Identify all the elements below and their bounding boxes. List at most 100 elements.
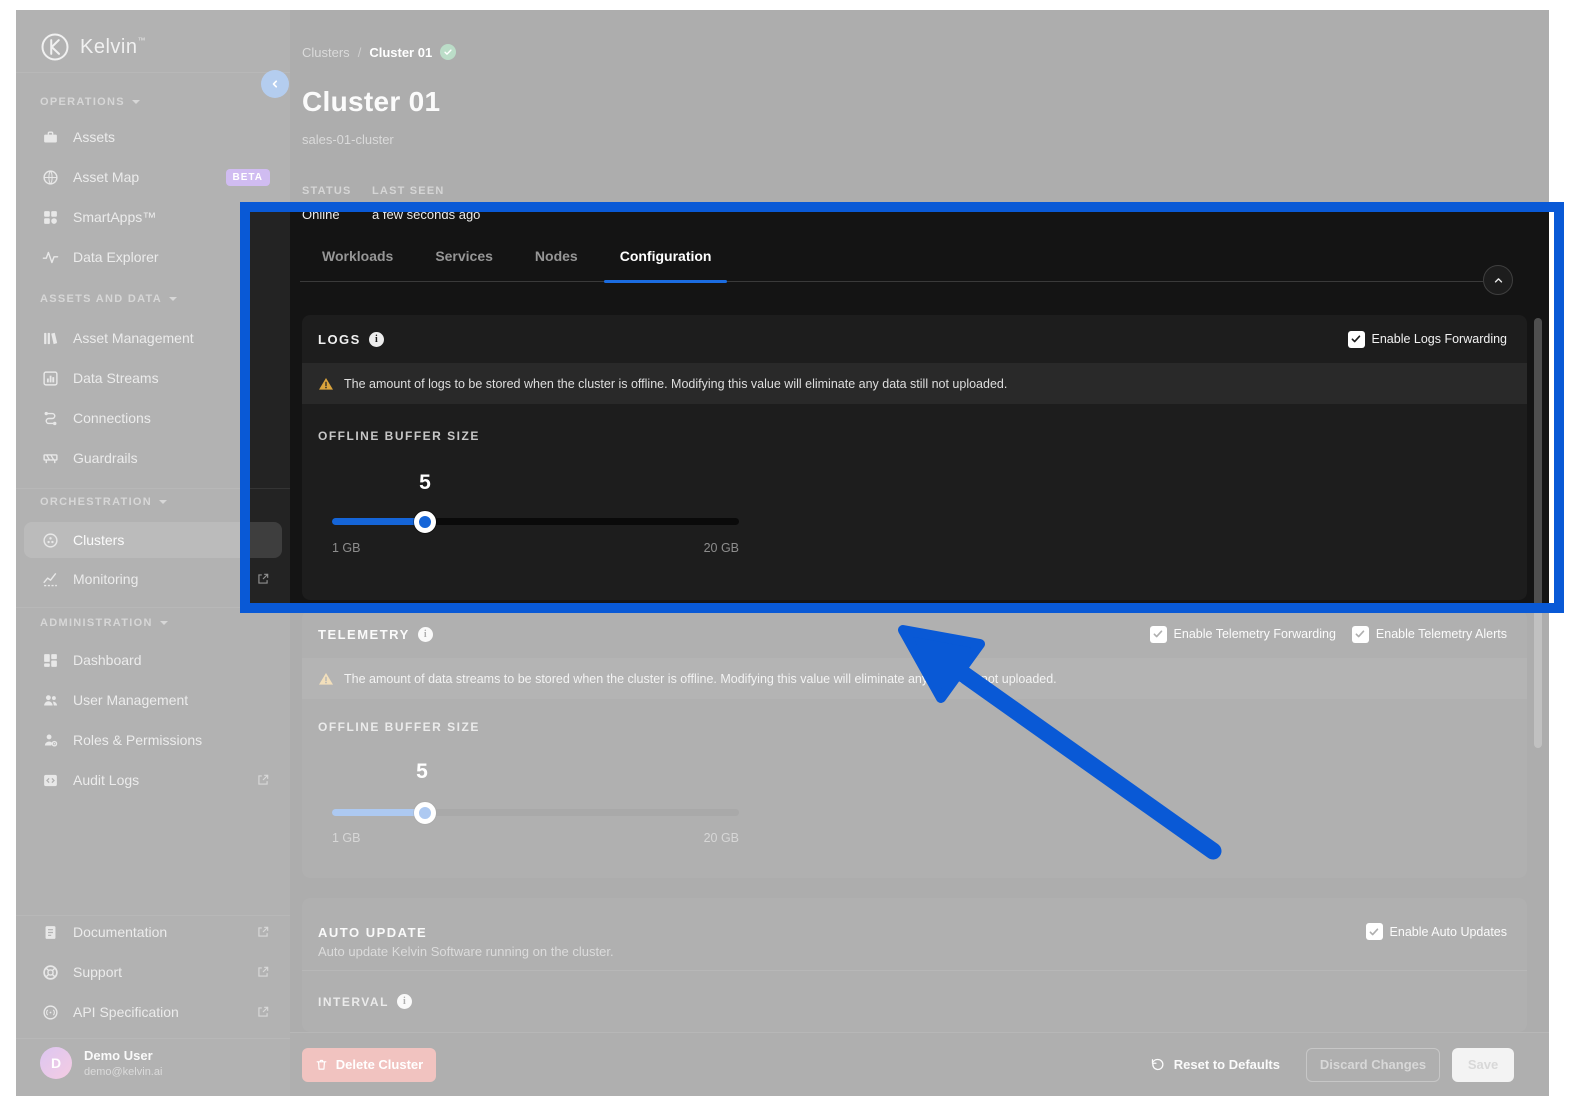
external-link-icon — [256, 965, 270, 979]
sidebar-item-clusters[interactable]: Clusters — [24, 522, 282, 558]
logs-title: LOGS — [318, 332, 361, 347]
page-title: Cluster 01 — [302, 86, 440, 118]
telemetry-buffer-size-label: OFFLINE BUFFER SIZE — [318, 720, 480, 734]
checkbox-label: Enable Telemetry Forwarding — [1174, 627, 1336, 641]
asset-map-icon — [42, 169, 59, 186]
app-window: Kelvin™ OPERATIONS Assets Asset Map BETA — [16, 10, 1549, 1096]
sidebar-section-operations[interactable]: OPERATIONS — [40, 96, 140, 108]
sidebar-item-support[interactable]: Support — [24, 952, 282, 992]
avatar: D — [40, 1047, 72, 1079]
auto-update-title: AUTO UPDATE — [318, 925, 427, 940]
sidebar-item-assets[interactable]: Assets — [24, 117, 282, 157]
checkbox-checked-icon[interactable] — [1348, 331, 1365, 348]
brand-logo[interactable]: Kelvin™ — [40, 32, 145, 62]
beta-badge: BETA — [226, 169, 270, 186]
scrollbar[interactable] — [1534, 318, 1542, 748]
telemetry-slider-thumb[interactable] — [414, 802, 436, 824]
sidebar-item-monitoring[interactable]: Monitoring — [24, 559, 282, 599]
warning-icon — [318, 376, 334, 392]
tab-services[interactable]: Services — [419, 248, 509, 281]
clusters-icon — [42, 532, 59, 549]
guardrails-icon — [42, 450, 59, 467]
user-email: demo@kelvin.ai — [84, 1066, 162, 1078]
slider-fill — [332, 809, 427, 816]
checkbox-checked-icon[interactable] — [1150, 626, 1167, 643]
trash-icon — [315, 1058, 328, 1071]
checkbox-checked-icon[interactable] — [1366, 923, 1383, 940]
sidebar-section-administration[interactable]: ADMINISTRATION — [40, 617, 168, 629]
enable-auto-updates-checkbox[interactable]: Enable Auto Updates — [1366, 923, 1507, 940]
logs-buffer-size-value: 5 — [419, 471, 431, 495]
telemetry-buffer-slider[interactable] — [332, 809, 739, 816]
sidebar-item-data-explorer[interactable]: Data Explorer — [24, 237, 282, 277]
auto-update-card-header: AUTO UPDATE Enable Auto Updates — [302, 898, 1527, 940]
telemetry-slider-max-label: 20 GB — [332, 831, 739, 845]
smartapps-icon — [42, 209, 59, 226]
sidebar-item-api-specification[interactable]: API Specification — [24, 992, 282, 1032]
sidebar-item-roles-permissions[interactable]: Roles & Permissions — [24, 720, 282, 760]
info-icon[interactable]: i — [418, 627, 433, 642]
checkbox-label: Enable Telemetry Alerts — [1376, 627, 1507, 641]
collapse-panel-button[interactable] — [1483, 265, 1513, 295]
breadcrumb-separator: / — [358, 45, 362, 60]
external-link-icon — [256, 773, 270, 787]
support-icon — [42, 964, 59, 981]
sidebar-section-orchestration[interactable]: ORCHESTRATION — [40, 496, 167, 508]
documentation-icon — [42, 924, 59, 941]
info-icon[interactable]: i — [369, 332, 384, 347]
sidebar-item-guardrails[interactable]: Guardrails — [24, 438, 282, 478]
chevron-down-icon — [160, 621, 168, 629]
telemetry-buffer-size-value: 5 — [416, 760, 428, 784]
sidebar-item-asset-management[interactable]: Asset Management — [24, 318, 282, 358]
sidebar-item-smartapps[interactable]: SmartApps™ — [24, 197, 282, 237]
info-icon[interactable]: i — [397, 994, 412, 1009]
tab-workloads[interactable]: Workloads — [306, 248, 409, 281]
check-icon — [443, 47, 453, 57]
tab-configuration[interactable]: Configuration — [604, 248, 728, 281]
assets-icon — [42, 129, 59, 146]
user-name: Demo User — [84, 1048, 162, 1063]
enable-telemetry-alerts-checkbox[interactable]: Enable Telemetry Alerts — [1352, 626, 1507, 643]
sidebar-section-assets-and-data[interactable]: ASSETS AND DATA — [40, 293, 177, 305]
page: Kelvin™ OPERATIONS Assets Asset Map BETA — [0, 0, 1580, 1120]
brand-name: Kelvin — [80, 36, 137, 58]
breadcrumb-clusters-link[interactable]: Clusters — [302, 45, 350, 60]
logs-slider-max-label: 20 GB — [332, 541, 739, 555]
sidebar-item-connections[interactable]: Connections — [24, 398, 282, 438]
divider — [16, 607, 290, 608]
audit-logs-icon — [42, 772, 59, 789]
logs-slider-thumb[interactable] — [414, 511, 436, 533]
delete-cluster-button[interactable]: Delete Cluster — [302, 1048, 436, 1082]
logs-warning-text: The amount of logs to be stored when the… — [344, 377, 1007, 391]
external-link-icon — [256, 572, 270, 586]
logs-card: LOGS i Enable Logs Forwarding The amount… — [302, 315, 1527, 600]
sidebar-collapse-button[interactable] — [261, 70, 289, 98]
checkbox-checked-icon[interactable] — [1352, 626, 1369, 643]
telemetry-card: TELEMETRY i Enable Telemetry Forwarding — [302, 610, 1527, 878]
logs-buffer-slider[interactable] — [332, 518, 739, 525]
discard-changes-button[interactable]: Discard Changes — [1306, 1048, 1440, 1082]
checkbox-label: Enable Auto Updates — [1390, 925, 1507, 939]
data-explorer-icon — [42, 249, 59, 266]
telemetry-card-header: TELEMETRY i Enable Telemetry Forwarding — [302, 610, 1527, 658]
enable-telemetry-forwarding-checkbox[interactable]: Enable Telemetry Forwarding — [1150, 626, 1336, 643]
telemetry-warning-banner: The amount of data streams to be stored … — [302, 658, 1527, 699]
enable-logs-forwarding-checkbox[interactable]: Enable Logs Forwarding — [1348, 331, 1508, 348]
save-button[interactable]: Save — [1452, 1048, 1514, 1082]
chevron-down-icon — [132, 100, 140, 108]
interval-row: INTERVAL i — [318, 994, 412, 1009]
sidebar-item-data-streams[interactable]: Data Streams — [24, 358, 282, 398]
tab-nodes[interactable]: Nodes — [519, 248, 594, 281]
roles-permissions-icon — [42, 732, 59, 749]
last-seen-value: a few seconds ago — [372, 207, 480, 222]
sidebar-item-asset-map[interactable]: Asset Map BETA — [24, 157, 282, 197]
sidebar-item-documentation[interactable]: Documentation — [24, 912, 282, 952]
dashboard-icon — [42, 652, 59, 669]
sidebar-item-user-management[interactable]: User Management — [24, 680, 282, 720]
sidebar-item-audit-logs[interactable]: Audit Logs — [24, 760, 282, 800]
breadcrumb: Clusters / Cluster 01 — [302, 44, 456, 60]
reset-to-defaults-button[interactable]: Reset to Defaults — [1150, 1048, 1280, 1082]
main-content: Clusters / Cluster 01 Cluster 01 sales-0… — [290, 10, 1549, 1096]
user-profile[interactable]: D Demo User demo@kelvin.ai — [40, 1047, 162, 1079]
sidebar-item-dashboard[interactable]: Dashboard — [24, 640, 282, 680]
